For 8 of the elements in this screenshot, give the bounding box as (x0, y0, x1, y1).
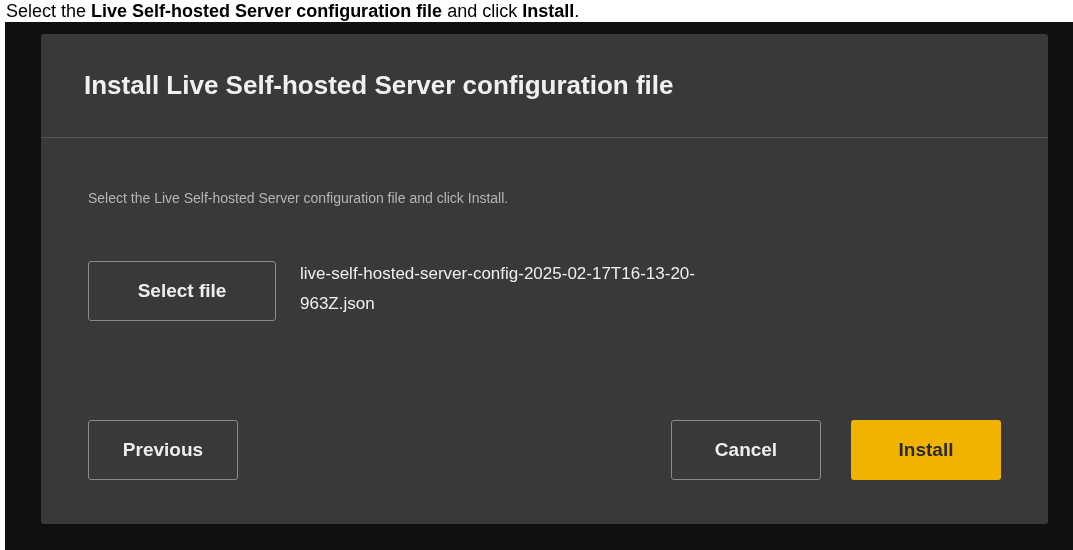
secondary-button[interactable]: Previous (88, 420, 238, 480)
caption: Select the Live Self-hosted Server configuration file and click Install. (6, 0, 580, 22)
primary-button[interactable]: Install (851, 420, 1001, 480)
secondary-button[interactable]: Cancel (671, 420, 821, 480)
instruction-text: Select the Live Self-hosted Server configuration file and click Install. (88, 189, 510, 208)
dialog-title: Install Live Self-hosted Server configuration file (84, 69, 674, 102)
file-name: live-self-hosted-server-config-2025-02-17T16-13-20-963Z.json (300, 263, 696, 315)
select-file-button[interactable]: Select file (88, 261, 276, 321)
